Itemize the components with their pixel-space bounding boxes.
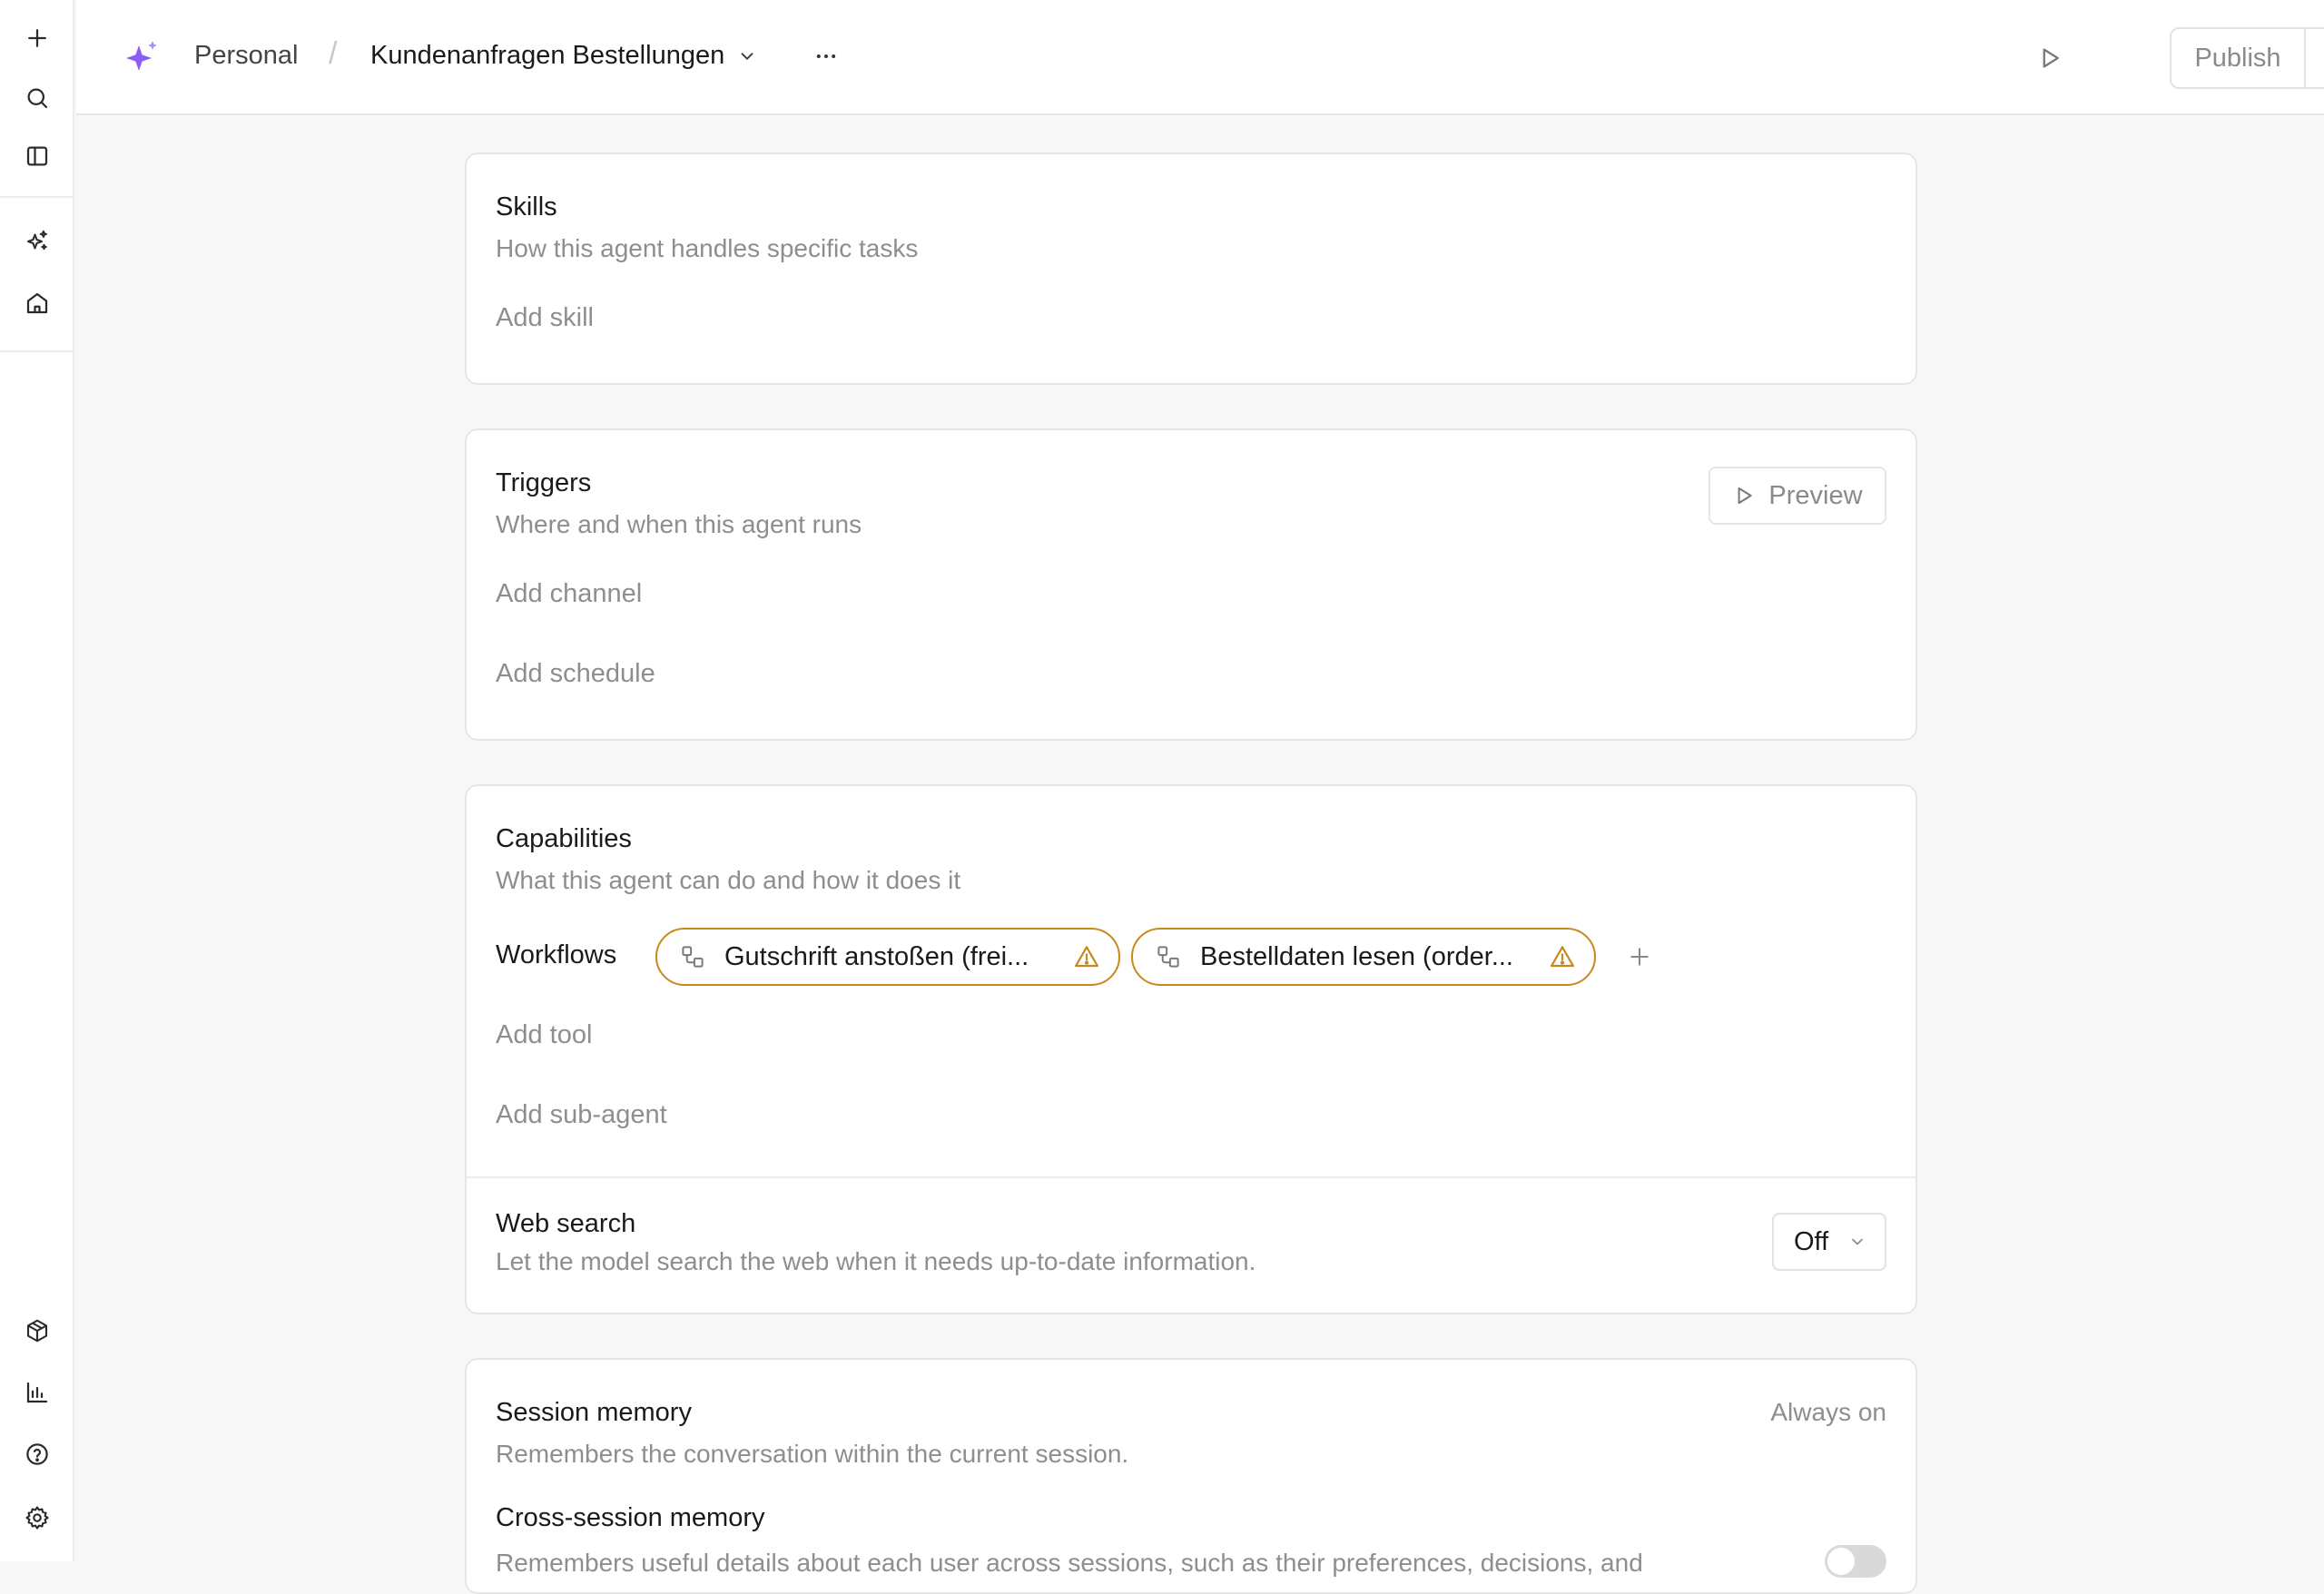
left-rail [0, 0, 74, 1561]
add-subagent-link[interactable]: Add sub-agent [496, 1100, 667, 1130]
capabilities-title: Capabilities [496, 824, 632, 853]
workflow-chip[interactable]: Gutschrift anstoßen (frei... [655, 928, 1120, 986]
triggers-card: Triggers Where and when this agent runs … [465, 428, 1917, 741]
chevron-down-icon [1852, 1238, 1863, 1245]
add-workflow-plus-icon[interactable] [1620, 937, 1659, 977]
more-options-icon[interactable] [806, 36, 846, 76]
memory-card: Session memory Always on Remembers the c… [465, 1358, 1917, 1594]
breadcrumb-separator: / [329, 36, 338, 71]
session-memory-description: Remembers the conversation within the cu… [496, 1440, 1129, 1468]
web-search-description: Let the model search the web when it nee… [496, 1247, 1256, 1275]
run-icon[interactable] [2030, 38, 2070, 78]
top-bar: Personal / Kundenanfragen Bestellungen P… [76, 0, 2324, 115]
skills-card: Skills How this agent handles specific t… [465, 153, 1917, 385]
cross-session-memory-description: Remembers useful details about each user… [496, 1549, 1643, 1577]
agent-name: Kundenanfragen Bestellungen [370, 41, 725, 70]
section-divider [467, 1176, 1915, 1178]
workflow-chip[interactable]: Bestelldaten lesen (order... [1131, 928, 1596, 986]
search-icon[interactable] [19, 80, 55, 116]
workflow-icon [682, 946, 704, 968]
play-icon [1738, 487, 1752, 505]
session-memory-title: Session memory [496, 1398, 692, 1427]
workflows-label: Workflows [496, 940, 617, 969]
preview-button[interactable]: Preview [1709, 467, 1886, 525]
triggers-subtitle: Where and when this agent runs [496, 510, 862, 538]
chevron-down-icon [741, 52, 753, 60]
session-memory-status: Always on [1770, 1398, 1886, 1426]
preview-label: Preview [1768, 480, 1863, 510]
capabilities-subtitle: What this agent can do and how it does i… [496, 866, 961, 894]
plus-icon[interactable] [19, 20, 55, 56]
settings-icon[interactable] [19, 1500, 55, 1536]
web-search-select[interactable]: Off [1772, 1213, 1886, 1271]
web-search-value: Off [1794, 1226, 1829, 1256]
warning-icon [1551, 946, 1574, 968]
sidebar-toggle-icon[interactable] [19, 138, 55, 174]
breadcrumb-workspace[interactable]: Personal [194, 41, 298, 71]
web-search-title: Web search [496, 1209, 636, 1238]
add-tool-link[interactable]: Add tool [496, 1020, 592, 1050]
cross-session-memory-title: Cross-session memory [496, 1503, 765, 1532]
workflow-icon [1157, 946, 1179, 968]
rail-divider [0, 196, 74, 198]
skills-title: Skills [496, 192, 557, 221]
publish-button[interactable]: Publish [2171, 29, 2306, 87]
help-icon[interactable] [19, 1436, 55, 1472]
agent-name-dropdown[interactable]: Kundenanfragen Bestellungen [370, 41, 757, 71]
add-channel-link[interactable]: Add channel [496, 579, 642, 609]
workflow-name: Gutschrift anstoßen (frei... [724, 941, 1029, 971]
package-icon[interactable] [19, 1313, 55, 1349]
warning-icon [1075, 946, 1098, 968]
add-schedule-link[interactable]: Add schedule [496, 659, 655, 689]
triggers-title: Triggers [496, 468, 592, 497]
bar-chart-icon[interactable] [19, 1374, 55, 1411]
publish-options-button[interactable] [2306, 29, 2324, 87]
publish-split-button: Publish [2170, 27, 2324, 89]
home-icon[interactable] [19, 285, 55, 321]
skills-subtitle: How this agent handles specific tasks [496, 234, 919, 262]
cross-session-memory-toggle[interactable] [1825, 1545, 1886, 1578]
rail-divider [0, 350, 74, 352]
add-skill-link[interactable]: Add skill [496, 303, 594, 333]
capabilities-card: Capabilities What this agent can do and … [465, 784, 1917, 1314]
sparkles-icon[interactable] [19, 223, 55, 260]
workflow-name: Bestelldaten lesen (order... [1200, 941, 1513, 971]
agent-sparkle-icon [123, 38, 162, 76]
